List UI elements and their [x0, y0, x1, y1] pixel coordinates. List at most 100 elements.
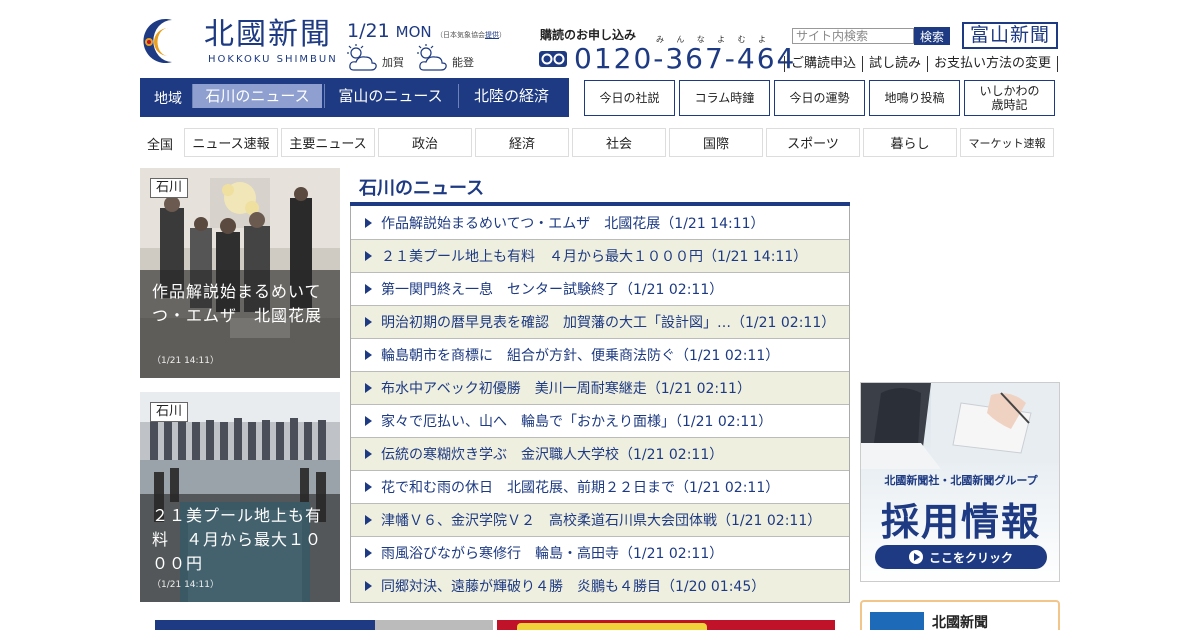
arrow-right-icon — [365, 515, 372, 525]
weekday-text: MON — [395, 23, 432, 41]
news-list: 作品解説始まるめいてつ・エムザ 北國花展（1/21 14:11） ２１美プール地… — [350, 206, 850, 603]
reader-posts-button[interactable]: 地鳴り投稿 — [869, 80, 960, 116]
category-society[interactable]: 社会 — [572, 128, 666, 157]
search-button[interactable]: 検索 — [914, 27, 950, 45]
arrow-right-icon — [365, 548, 372, 558]
newspaper-thumbnail — [870, 612, 924, 630]
arrow-right-icon — [365, 350, 372, 360]
news-item-title: 雨風浴びながら寒修行 輪島・高田寺（1/21 02:11） — [381, 546, 724, 562]
weather-noto[interactable]: 能登 — [416, 44, 486, 74]
editorial-button[interactable]: 今日の社説 — [584, 80, 675, 116]
site-logo[interactable]: 北國新聞 HOKKOKU SHIMBUN — [140, 16, 340, 66]
news-item[interactable]: 明治初期の暦早見表を確認 加賀藩の大工「設計図」…（1/21 02:11） — [351, 305, 849, 338]
photo-timestamp: （1/21 14:11） — [152, 580, 220, 590]
news-item-title: 家々で厄払い、山へ 輪島で「おかえり面様」（1/21 02:11） — [381, 414, 773, 430]
news-item-title: 花で和む雨の休日 北國花展、前期２２日まで（1/21 02:11） — [381, 480, 780, 496]
photo-card[interactable]: 石川 ２１美プール地上も有料 ４月から最大１０００円 （1/21 14:11） — [140, 392, 340, 602]
free-dial-icon — [539, 50, 567, 67]
photo-title[interactable]: ２１美プール地上も有料 ４月から最大１０００円 — [152, 504, 330, 576]
news-section-title: 石川のニュース — [359, 178, 485, 199]
subscribe-phone[interactable]: 0120-367-464 — [538, 42, 796, 75]
region-nav: 地域 石川のニュース 富山のニュース 北陸の経済 — [140, 78, 569, 117]
weather-region-noto: 能登 — [452, 56, 474, 69]
trial-link[interactable]: 試し読み — [862, 56, 927, 72]
photo-caption: 作品解説始まるめいてつ・エムザ 北國花展 （1/21 14:11） — [140, 270, 340, 378]
arrow-right-icon — [365, 449, 372, 459]
photo-timestamp: （1/21 14:11） — [152, 356, 220, 366]
subscribe-title: 購読のお申し込み — [540, 28, 637, 42]
recruit-banner[interactable]: 北國新聞社・北國新聞グループ 採用情報 ここをクリック — [860, 382, 1060, 582]
arrow-right-icon — [365, 416, 372, 426]
category-breaking-news[interactable]: ニュース速報 — [184, 128, 278, 157]
category-economy[interactable]: 経済 — [475, 128, 569, 157]
bottom-banner[interactable] — [497, 620, 835, 630]
photo-caption: ２１美プール地上も有料 ４月から最大１０００円 （1/21 14:11） — [140, 494, 340, 602]
news-section-heading: 石川のニュース — [350, 172, 850, 206]
news-item-title: 明治初期の暦早見表を確認 加賀藩の大工「設計図」…（1/21 02:11） — [381, 315, 836, 331]
payment-change-link[interactable]: お支払い方法の変更 — [927, 56, 1059, 72]
toyama-shimbun-button[interactable]: 富山新聞 — [962, 22, 1058, 49]
newspaper-box[interactable]: 北國新聞 — [860, 600, 1060, 630]
category-national-label[interactable]: 全国 — [147, 134, 173, 153]
category-international[interactable]: 国際 — [669, 128, 763, 157]
weather-region-kaga: 加賀 — [382, 56, 404, 69]
category-top-news[interactable]: 主要ニュース — [281, 128, 375, 157]
horoscope-button[interactable]: 今日の運勢 — [774, 80, 865, 116]
tab-hokuriku-economy[interactable]: 北陸の経済 — [458, 84, 564, 108]
weather-kaga[interactable]: 加賀 — [346, 44, 416, 74]
tab-ishikawa-news[interactable]: 石川のニュース — [192, 84, 322, 108]
news-item-title: 津幡Ｖ６、金沢学院Ｖ２ 高校柔道石川県大会団体戦（1/21 02:11） — [381, 513, 822, 529]
news-item[interactable]: 作品解説始まるめいてつ・エムザ 北國花展（1/21 14:11） — [351, 206, 849, 239]
photo-card[interactable]: 石川 作品解説始まるめいてつ・エムザ 北國花展 （1/21 14:11） — [140, 168, 340, 378]
feature-buttons: 今日の社説 コラム時鐘 今日の運勢 地鳴り投稿 いしかわの 歳時記 — [584, 80, 1055, 116]
category-politics[interactable]: 政治 — [378, 128, 472, 157]
category-market[interactable]: マーケット速報 — [960, 128, 1054, 157]
photo-region-tag: 石川 — [150, 178, 189, 198]
arrow-right-icon — [365, 217, 372, 228]
news-item-title: 第一関門終え一息 センター試験終了（1/21 02:11） — [381, 282, 724, 298]
news-item[interactable]: 第一関門終え一息 センター試験終了（1/21 02:11） — [351, 272, 849, 305]
news-item[interactable]: 布水中アベック初優勝 美川一周耐寒継走（1/21 02:11） — [351, 371, 849, 404]
news-item[interactable]: 輪島朝市を商標に 組合が方針、便乗商法防ぐ（1/21 02:11） — [351, 338, 849, 371]
play-icon — [908, 550, 923, 564]
photo-title[interactable]: 作品解説始まるめいてつ・エムザ 北國花展 — [152, 280, 330, 328]
arrow-right-icon — [365, 251, 372, 261]
ishikawa-almanac-button[interactable]: いしかわの 歳時記 — [964, 80, 1055, 116]
news-item-title: 布水中アベック初優勝 美川一周耐寒継走（1/21 02:11） — [381, 381, 751, 397]
news-item[interactable]: 伝統の寒糊炊き学ぶ 金沢職人大学校（1/21 02:11） — [351, 437, 849, 470]
bottom-banner[interactable] — [155, 620, 375, 630]
column-jisho-button[interactable]: コラム時鐘 — [679, 80, 770, 116]
recruit-company: 北國新聞社・北國新聞グループ — [884, 474, 1038, 487]
news-item[interactable]: 雨風浴びながら寒修行 輪島・高田寺（1/21 02:11） — [351, 536, 849, 569]
weather-source: （日本気象協会提供） — [436, 31, 506, 39]
logo-title: 北國新聞 — [204, 17, 332, 52]
arrow-right-icon — [365, 284, 372, 294]
subscribe-link[interactable]: ご購読申込 — [784, 56, 862, 72]
sun-cloud-icon — [347, 44, 377, 71]
newspaper-name: 北國新聞 — [932, 615, 988, 630]
news-item-title: 作品解説始まるめいてつ・エムザ 北國花展（1/21 14:11） — [381, 215, 765, 232]
news-item[interactable]: ２１美プール地上も有料 ４月から最大１０００円（1/21 14:11） — [351, 239, 849, 272]
category-lifestyle[interactable]: 暮らし — [863, 128, 957, 157]
weather-source-link[interactable]: 提供 — [485, 31, 499, 39]
site-search-input[interactable] — [792, 28, 914, 44]
current-date: 1/21 MON — [347, 20, 432, 42]
news-item-title: ２１美プール地上も有料 ４月から最大１０００円（1/21 14:11） — [381, 249, 808, 265]
news-item-title: 伝統の寒糊炊き学ぶ 金沢職人大学校（1/21 02:11） — [381, 447, 724, 463]
date-text: 1/21 — [347, 20, 390, 42]
region-label: 地域 — [154, 91, 182, 107]
sun-cloud-icon — [417, 44, 447, 71]
news-item[interactable]: 津幡Ｖ６、金沢学院Ｖ２ 高校柔道石川県大会団体戦（1/21 02:11） — [351, 503, 849, 536]
news-item[interactable]: 同郷対決、遠藤が輝破り４勝 炎鵬も４勝目（1/20 01:45） — [351, 569, 849, 602]
news-item[interactable]: 家々で厄払い、山へ 輪島で「おかえり面様」（1/21 02:11） — [351, 404, 849, 437]
tab-toyama-news[interactable]: 富山のニュース — [324, 84, 456, 108]
news-item[interactable]: 花で和む雨の休日 北國花展、前期２２日まで（1/21 02:11） — [351, 470, 849, 503]
news-item-title: 輪島朝市を商標に 組合が方針、便乗商法防ぐ（1/21 02:11） — [381, 348, 780, 364]
recruit-click-button[interactable]: ここをクリック — [875, 545, 1047, 569]
bottom-banner[interactable] — [375, 620, 493, 630]
category-sports[interactable]: スポーツ — [766, 128, 860, 157]
arrow-right-icon — [365, 482, 372, 492]
arrow-right-icon — [365, 383, 372, 393]
logo-mark-icon — [143, 19, 172, 64]
news-item-title: 同郷対決、遠藤が輝破り４勝 炎鵬も４勝目（1/20 01:45） — [381, 579, 766, 595]
